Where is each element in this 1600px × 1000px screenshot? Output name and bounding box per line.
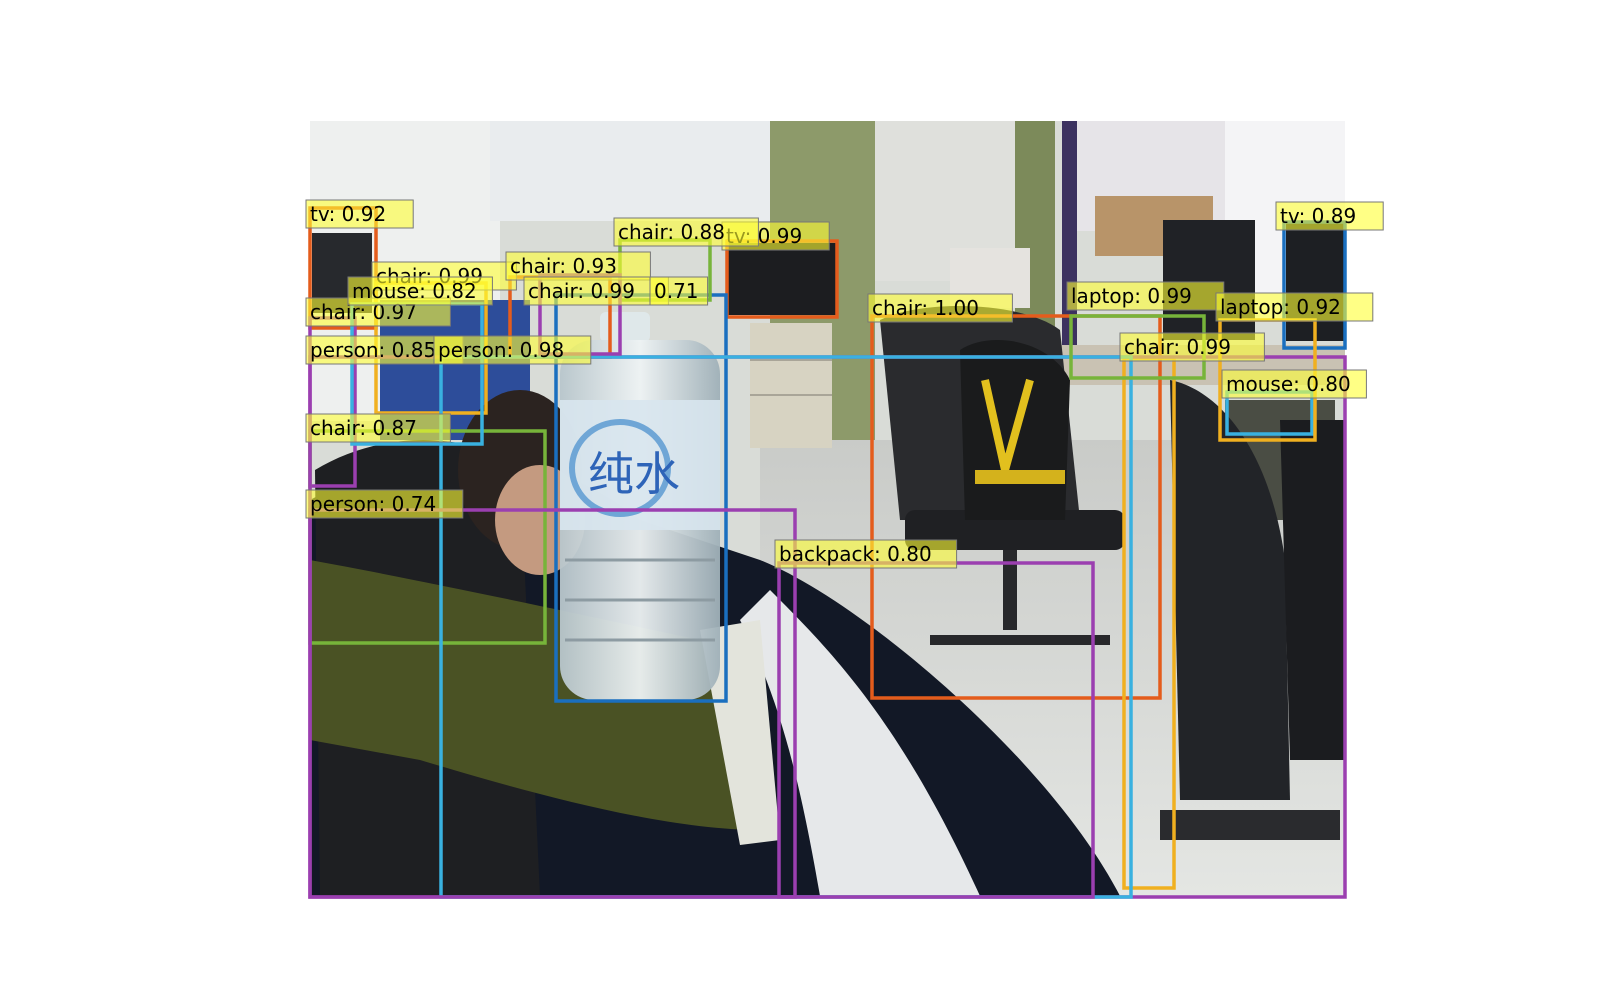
detection-label-chair: chair: 0.87 [310,416,417,440]
bottle-label-text: 纯水 [588,447,680,501]
detection-label-tv: tv: 0.89 [1280,204,1356,228]
detection-label-backpack: backpack: 0.80 [779,542,932,566]
detection-label-mouse: mouse: 0.80 [1226,372,1351,396]
detection-label-laptop: laptop: 0.92 [1220,295,1341,319]
detection-label-chair: chair: 0.99 [1124,335,1231,359]
detection-label-tv: tv: 0.92 [310,202,386,226]
detection-label-chair: chair: 0.99 [528,279,635,303]
detection-label-person: person: 0.85 [310,338,436,362]
detection-label-person: person: 0.74 [310,492,436,516]
detection-label-chair: chair: 0.88 [618,220,725,244]
detection-label-chair: chair: 1.00 [872,296,979,320]
detection-label-object: 0.71 [654,279,699,303]
detection-label-laptop: laptop: 0.99 [1071,284,1192,308]
detection-label-person: person: 0.98 [438,338,564,362]
detection-label-chair: chair: 0.93 [510,254,617,278]
detection-figure: 纯水 tv: 0.92tv: 0.99tv: 0.89chair: 0.99ch… [305,121,1384,899]
detection-label-mouse: mouse: 0.82 [352,279,477,303]
